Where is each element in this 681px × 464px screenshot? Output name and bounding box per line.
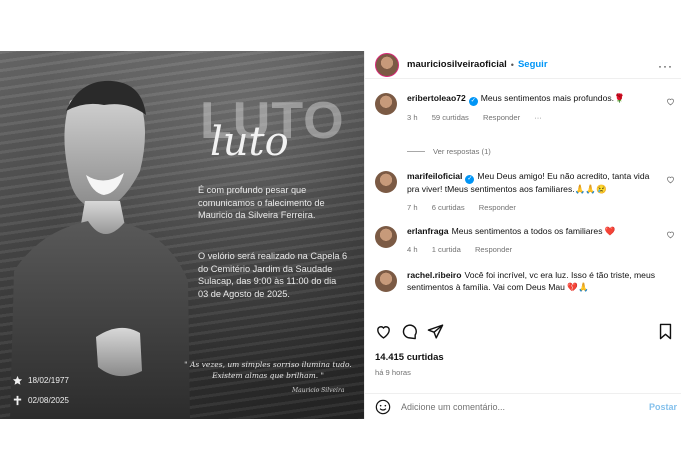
post-image[interactable]: LUTO luto É com profundo pesar que comun… [0,51,364,419]
comment-time: 4 h [407,244,418,254]
commenter-avatar[interactable] [375,270,397,292]
comment-text: Meus sentimentos a todos os familiares ❤… [451,226,616,236]
comment: rachel.ribeiro Você foi incrível, vc era … [375,270,675,293]
memorial-quote: " As vezes, um simples sorriso ilumina t… [184,360,352,380]
death-date: 02/08/2025 [12,395,69,406]
birth-date: 18/02/1977 [12,375,69,386]
comment-text: Meus sentimentos mais profundos.🌹 [480,93,625,103]
view-replies-button[interactable]: Ver respostas (1) [407,147,491,156]
comment-time: 3 h [407,113,418,122]
comment-composer: Adicione um comentário... Postar [365,393,681,419]
comment-input[interactable]: Adicione um comentário... [401,402,505,412]
commenter-avatar[interactable] [375,226,397,248]
more-options-icon[interactable]: ··· [658,59,673,73]
comment: erlanfraga Meus sentimentos a todos os fa… [375,226,675,255]
death-date-text: 02/08/2025 [28,396,69,405]
comment-likes[interactable]: 1 curtida [432,245,461,254]
author-username[interactable]: mauriciosilveiraoficial [407,59,507,70]
commenter-username[interactable]: eribertoleao72 [407,93,466,103]
replies-divider [407,151,425,152]
author-avatar[interactable] [375,52,399,77]
like-comment-heart-icon[interactable] [666,175,675,184]
commenter-avatar[interactable] [375,171,397,193]
bookmark-icon[interactable] [658,323,673,340]
reply-button[interactable]: Responder [475,245,512,254]
man-photo [10,80,190,419]
commenter-username[interactable]: marifeiloficial [407,171,462,181]
follow-button[interactable]: Seguir [518,59,548,70]
reply-button[interactable]: Responder [483,113,520,122]
commenter-username[interactable]: rachel.ribeiro [407,270,461,280]
post-sidebar: mauriciosilveiraoficial • Seguir ··· eri… [364,51,681,419]
share-paper-plane-icon[interactable] [427,323,444,340]
verified-badge-icon: ✓ [468,97,478,106]
header-separator: • [510,59,514,70]
post-header: mauriciosilveiraoficial • Seguir ··· [365,51,681,79]
reply-button[interactable]: Responder [479,203,516,212]
luto-title-script: luto [210,119,289,165]
announcement-paragraph: É com profundo pesar que comunicamos o f… [198,185,325,220]
action-bar [375,323,681,340]
comment-likes[interactable]: 59 curtidas [432,113,469,122]
like-heart-icon[interactable] [375,323,392,340]
comment-more-icon[interactable]: ··· [534,113,542,122]
comment: marifeiloficial ✓ Meu Deus amigo! Eu não a… [375,171,675,213]
comment: eribertoleao72 ✓ Meus sentimentos mais pro… [375,93,675,124]
star-icon [12,375,23,385]
likes-count[interactable]: 14.415 curtidas [375,352,444,363]
verified-badge-icon: ✓ [465,175,475,184]
wake-details-paragraph: O velório será realizado na Capela 6 do … [198,251,348,299]
view-replies-label: Ver respostas (1) [433,147,491,156]
like-comment-heart-icon[interactable] [666,97,675,106]
comment-time: 7 h [407,202,418,212]
commenter-avatar[interactable] [375,93,397,115]
comments-list[interactable]: eribertoleao72 ✓ Meus sentimentos mais pro… [365,89,681,317]
commenter-username[interactable]: erlanfraga [407,226,449,236]
cross-icon [13,395,22,406]
comment-likes[interactable]: 6 curtidas [432,203,465,212]
post-time: há 9 horas [375,368,411,377]
instagram-post: LUTO luto É com profundo pesar que comun… [0,51,681,419]
comment-bubble-icon[interactable] [401,323,418,340]
signature: Mauricio Silveira [292,387,345,394]
post-comment-button[interactable]: Postar [649,402,677,412]
birth-date-text: 18/02/1977 [28,376,69,385]
like-comment-heart-icon[interactable] [666,230,675,239]
emoji-icon[interactable] [375,399,391,415]
